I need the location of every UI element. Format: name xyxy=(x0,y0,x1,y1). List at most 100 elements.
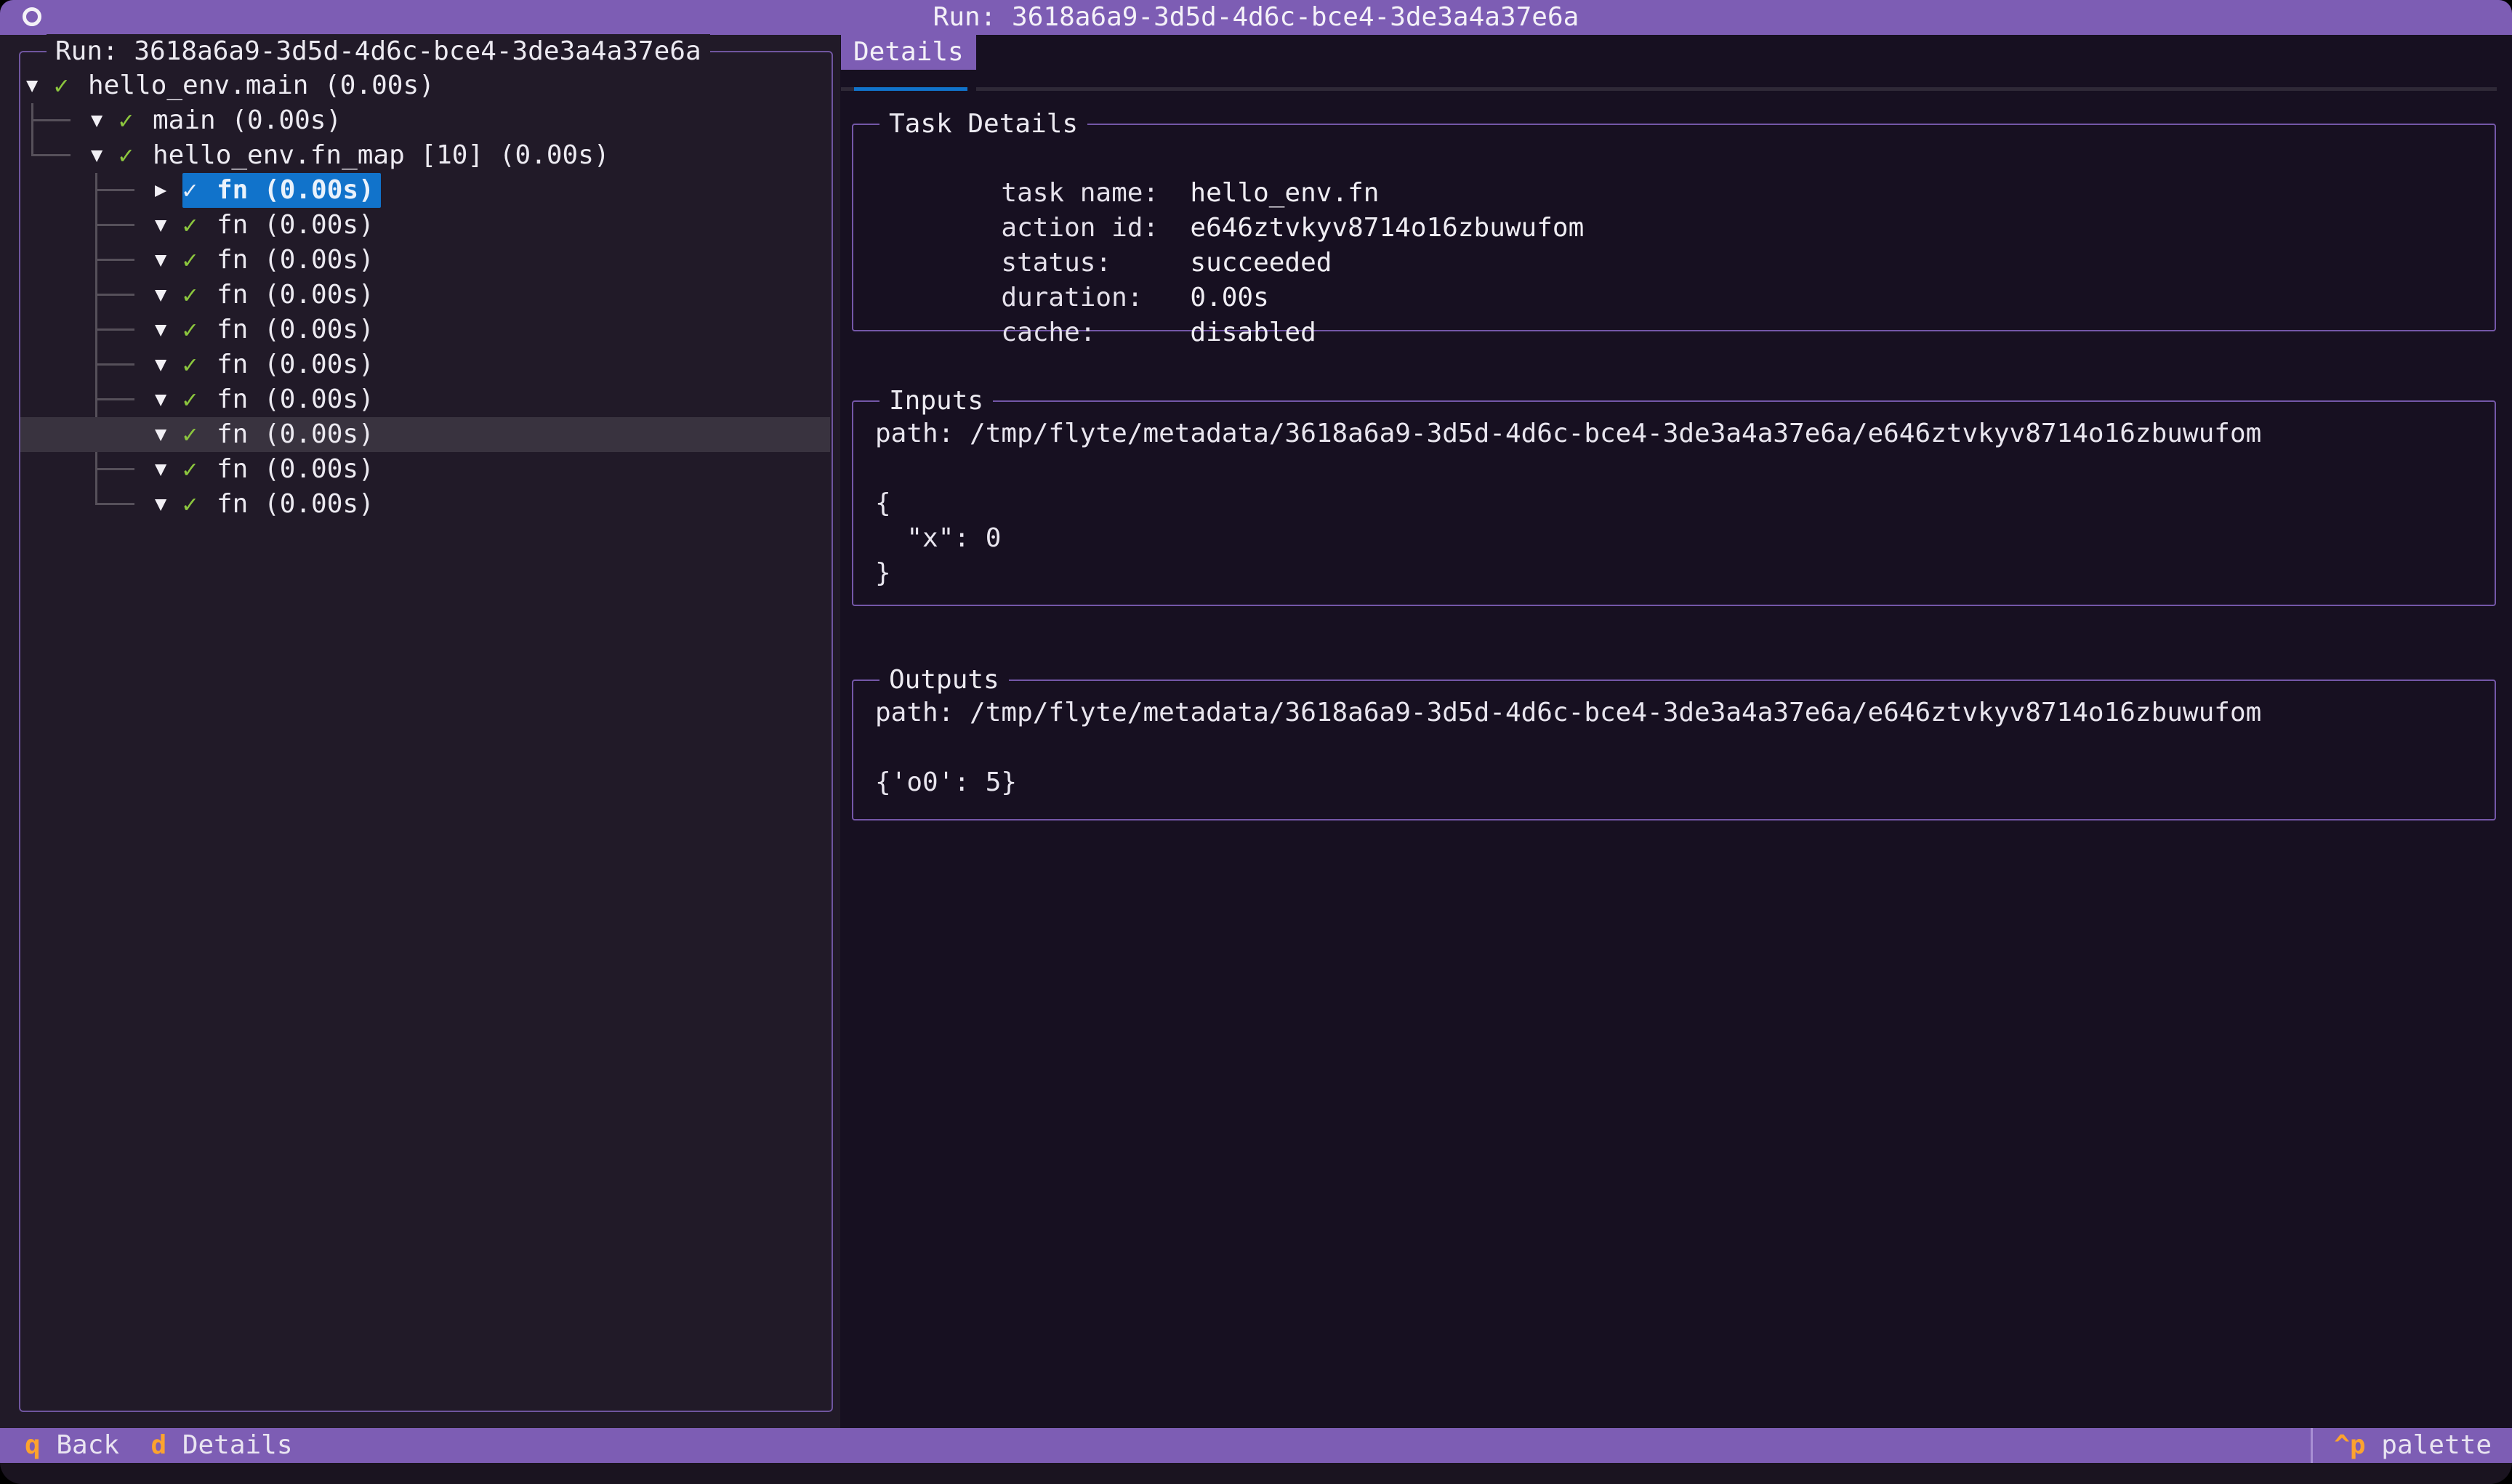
run-tree: ▼ ✓ hello_env.main (0.00s) ▼ ✓ main (0.0… xyxy=(20,68,830,522)
tree-item-hello-env-main[interactable]: ▼ ✓ hello_env.main (0.00s) xyxy=(20,68,830,103)
expanded-arrow-icon[interactable]: ▼ xyxy=(155,487,182,522)
task-details-fields: task name:hello_env.fn action id:e646ztv… xyxy=(875,141,1584,315)
tree-item-body: ✓ hello_env.main (0.00s) xyxy=(54,68,435,103)
success-check-icon: ✓ xyxy=(182,312,217,347)
tree-item-body: ✓ fn (0.00s) xyxy=(182,487,374,522)
expanded-arrow-icon[interactable]: ▼ xyxy=(155,382,182,417)
window-title: Run: 3618a6a9-3d5d-4d6c-bce4-3de3a4a37e6… xyxy=(0,0,2512,35)
expanded-arrow-icon[interactable]: ▼ xyxy=(91,138,118,173)
tree-item-fn-8[interactable]: ▼ ✓ fn (0.00s) xyxy=(20,417,830,452)
hint-palette-key: ^p xyxy=(2334,1430,2365,1460)
tree-item-label: fn (0.00s) xyxy=(217,278,374,312)
field-task-name: task name:hello_env.fn xyxy=(875,141,1584,176)
tree-item-fn-10[interactable]: ▼ ✓ fn (0.00s) xyxy=(20,487,830,522)
tree-item-body: ✓ fn (0.00s) xyxy=(182,208,374,243)
tree-item-label: fn (0.00s) xyxy=(217,312,374,347)
tree-item-fn-7[interactable]: ▼ ✓ fn (0.00s) xyxy=(20,382,830,417)
tree-item-body: ✓ fn (0.00s) xyxy=(182,278,374,312)
expanded-arrow-icon[interactable]: ▼ xyxy=(91,103,118,138)
tab-details[interactable]: Details xyxy=(841,35,976,70)
hint-details[interactable]: d Details xyxy=(150,1430,292,1460)
field-value: disabled xyxy=(1190,318,1316,347)
title-bar: Run: 3618a6a9-3d5d-4d6c-bce4-3de3a4a37e6… xyxy=(0,0,2512,35)
field-label: status: xyxy=(1001,246,1190,281)
tree-item-fn-4[interactable]: ▼ ✓ fn (0.00s) xyxy=(20,278,830,312)
tree-item-label: fn (0.00s) xyxy=(217,243,374,278)
tree-item-fn-6[interactable]: ▼ ✓ fn (0.00s) xyxy=(20,347,830,382)
tree-item-label: hello_env.fn_map [10] (0.00s) xyxy=(153,138,610,173)
expanded-arrow-icon[interactable]: ▼ xyxy=(155,312,182,347)
outputs-title: Outputs xyxy=(879,663,1009,698)
task-details-panel: Task Details task name:hello_env.fn acti… xyxy=(852,124,2496,331)
outputs-content: path: /tmp/flyte/metadata/3618a6a9-3d5d-… xyxy=(875,695,2261,800)
tab-underline-active xyxy=(854,87,976,91)
field-value: succeeded xyxy=(1190,248,1332,278)
success-check-icon: ✓ xyxy=(182,208,217,243)
outputs-panel: Outputs path: /tmp/flyte/metadata/3618a6… xyxy=(852,680,2496,820)
tree-item-fn-9[interactable]: ▼ ✓ fn (0.00s) xyxy=(20,452,830,487)
success-check-icon: ✓ xyxy=(182,452,217,487)
hint-details-key: d xyxy=(150,1430,166,1460)
run-tree-panel: Run: 3618a6a9-3d5d-4d6c-bce4-3de3a4a37e6… xyxy=(19,51,833,1412)
field-label: duration: xyxy=(1001,281,1190,315)
app-window: Run: 3618a6a9-3d5d-4d6c-bce4-3de3a4a37e6… xyxy=(0,0,2512,1484)
hint-details-label: Details xyxy=(182,1430,293,1460)
tree-item-main[interactable]: ▼ ✓ main (0.00s) xyxy=(20,103,830,138)
success-check-icon: ✓ xyxy=(182,487,217,522)
run-tree-panel-title: Run: 3618a6a9-3d5d-4d6c-bce4-3de3a4a37e6… xyxy=(47,34,710,69)
collapsed-arrow-icon[interactable]: ▶ xyxy=(155,173,182,208)
success-check-icon: ✓ xyxy=(118,103,153,138)
hint-palette-label: palette xyxy=(2381,1430,2492,1460)
tree-item-body: ✓ fn (0.00s) xyxy=(182,452,374,487)
inputs-content: path: /tmp/flyte/metadata/3618a6a9-3d5d-… xyxy=(875,416,2261,591)
expanded-arrow-icon[interactable]: ▼ xyxy=(26,68,54,103)
field-value: e646ztvkyv8714o16zbuwufom xyxy=(1190,213,1584,243)
tree-item-fn-3[interactable]: ▼ ✓ fn (0.00s) xyxy=(20,243,830,278)
expanded-arrow-icon[interactable]: ▼ xyxy=(155,208,182,243)
success-check-icon: ✓ xyxy=(182,243,217,278)
field-label: task name: xyxy=(1001,176,1190,211)
expanded-arrow-icon[interactable]: ▼ xyxy=(155,278,182,312)
hint-back[interactable]: q Back xyxy=(25,1430,119,1460)
success-check-icon: ✓ xyxy=(182,278,217,312)
success-check-icon: ✓ xyxy=(182,347,217,382)
hint-palette[interactable]: ^p palette xyxy=(2334,1428,2492,1463)
success-check-icon: ✓ xyxy=(182,382,217,417)
hint-back-label: Back xyxy=(56,1430,119,1460)
tab-underline xyxy=(841,87,2497,91)
tree-item-body: ✓ fn (0.00s) xyxy=(182,312,374,347)
task-details-title: Task Details xyxy=(879,107,1087,142)
expanded-arrow-icon[interactable]: ▼ xyxy=(155,347,182,382)
expanded-arrow-icon[interactable]: ▼ xyxy=(155,452,182,487)
field-value: hello_env.fn xyxy=(1190,178,1379,208)
tree-item-body: ✓ hello_env.fn_map [10] (0.00s) xyxy=(118,138,610,173)
inputs-title: Inputs xyxy=(879,384,993,419)
tree-item-label: fn (0.00s) xyxy=(217,208,374,243)
tree-item-label: fn (0.00s) xyxy=(217,347,374,382)
tree-item-label: main (0.00s) xyxy=(153,103,342,138)
tree-item-body: ✓ fn (0.00s) xyxy=(182,243,374,278)
tree-item-selection: ✓ fn (0.00s) xyxy=(182,173,381,208)
tree-item-fn-1[interactable]: ▶ ✓ fn (0.00s) xyxy=(20,173,830,208)
expanded-arrow-icon[interactable]: ▼ xyxy=(155,417,182,452)
tree-item-label: fn (0.00s) xyxy=(217,452,374,487)
inputs-panel: Inputs path: /tmp/flyte/metadata/3618a6a… xyxy=(852,400,2496,606)
tree-item-body: ✓ main (0.00s) xyxy=(118,103,342,138)
tree-item-label: fn (0.00s) xyxy=(217,487,374,522)
tree-item-fn-5[interactable]: ▼ ✓ fn (0.00s) xyxy=(20,312,830,347)
success-check-icon: ✓ xyxy=(54,68,88,103)
success-check-icon: ✓ xyxy=(182,417,217,452)
field-label: action id: xyxy=(1001,211,1190,246)
success-check-icon: ✓ xyxy=(182,173,217,208)
status-separator xyxy=(2311,1428,2313,1463)
expanded-arrow-icon[interactable]: ▼ xyxy=(155,243,182,278)
tree-item-body: ✓ fn (0.00s) xyxy=(182,347,374,382)
tree-item-fn-2[interactable]: ▼ ✓ fn (0.00s) xyxy=(20,208,830,243)
tree-item-body: ✓ fn (0.00s) xyxy=(182,417,374,452)
field-value: 0.00s xyxy=(1190,283,1268,312)
tree-item-fn-map[interactable]: ▼ ✓ hello_env.fn_map [10] (0.00s) xyxy=(20,138,830,173)
hint-back-key: q xyxy=(25,1430,41,1460)
tree-item-body: ✓ fn (0.00s) xyxy=(182,382,374,417)
success-check-icon: ✓ xyxy=(118,138,153,173)
field-label: cache: xyxy=(1001,315,1190,350)
